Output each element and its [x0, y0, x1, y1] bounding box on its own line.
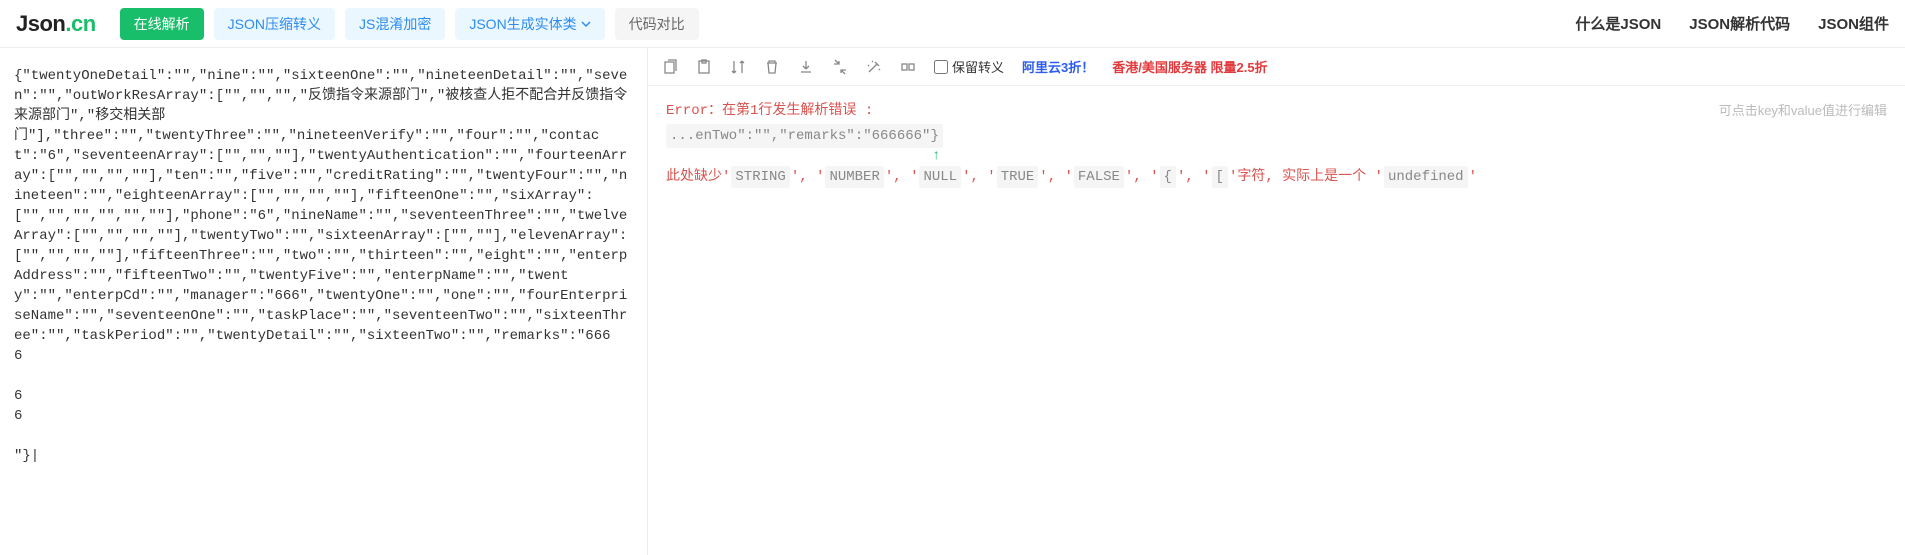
copy-icon[interactable] [662, 59, 678, 75]
collapse-icon[interactable] [900, 59, 916, 75]
error-snippet: ...enTwo":"","remarks":"666666"} [666, 124, 943, 148]
logo-part1: Json [16, 11, 65, 36]
header: Json.cn 在线解析 JSON压缩转义 JS混淆加密 JSON生成实体类 代… [0, 0, 1905, 48]
sort-icon[interactable] [730, 59, 746, 75]
promo-hk-link[interactable]: 香港/美国服务器 限量2.5折 [1112, 57, 1267, 76]
keep-escape-label: 保留转义 [952, 57, 1004, 76]
err-msg-1: 此处缺少' [666, 169, 730, 185]
nav-what-link[interactable]: 什么是JSON [1575, 13, 1661, 34]
nav-component-link[interactable]: JSON组件 [1818, 13, 1889, 34]
trash-icon[interactable] [764, 59, 780, 75]
nav-diff-button[interactable]: 代码对比 [615, 8, 699, 40]
output-pane: 保留转义 阿里云3折！ 香港/美国服务器 限量2.5折 可点击key和value… [648, 48, 1905, 555]
nav-compress-button[interactable]: JSON压缩转义 [214, 8, 335, 40]
token-true: TRUE [997, 166, 1039, 188]
token-null: NULL [919, 166, 961, 188]
toolbar: 保留转义 阿里云3折！ 香港/美国服务器 限量2.5折 [648, 48, 1905, 86]
token-string: STRING [731, 166, 789, 188]
compress-icon[interactable] [832, 59, 848, 75]
keep-escape-checkbox[interactable]: 保留转义 [934, 57, 1004, 76]
nav-buttons: 在线解析 JSON压缩转义 JS混淆加密 JSON生成实体类 代码对比 [120, 8, 699, 40]
nav-right: 什么是JSON JSON解析代码 JSON组件 [1575, 13, 1889, 34]
logo[interactable]: Json.cn [16, 11, 96, 37]
nav-parse-button[interactable]: 在线解析 [120, 8, 204, 40]
token-lbrace: { [1160, 166, 1176, 188]
err-msg-3: ' [1469, 169, 1477, 185]
main: {"twentyOneDetail":"","nine":"","sixteen… [0, 48, 1905, 555]
nav-entity-label: JSON生成实体类 [469, 14, 576, 34]
edit-hint: 可点击key和value值进行编辑 [1719, 100, 1887, 122]
logo-part2: .cn [65, 11, 95, 36]
download-icon[interactable] [798, 59, 814, 75]
error-prefix: Error： [666, 103, 722, 119]
error-location: 在第1行发生解析错误 : [722, 103, 873, 119]
err-msg-2: '字符, 实际上是一个 ' [1229, 169, 1383, 185]
token-false: FALSE [1074, 166, 1124, 188]
nav-obfuscate-button[interactable]: JS混淆加密 [345, 8, 445, 40]
json-input[interactable]: {"twentyOneDetail":"","nine":"","sixteen… [14, 66, 633, 537]
keep-escape-input[interactable] [934, 60, 948, 74]
wand-icon[interactable] [866, 59, 882, 75]
nav-entity-button[interactable]: JSON生成实体类 [455, 8, 604, 40]
input-pane: {"twentyOneDetail":"","nine":"","sixteen… [0, 48, 648, 555]
nav-code-link[interactable]: JSON解析代码 [1689, 13, 1790, 34]
token-undefined: undefined [1384, 166, 1468, 188]
token-lbracket: [ [1212, 166, 1228, 188]
output-area: 可点击key和value值进行编辑 Error：在第1行发生解析错误 : ...… [648, 86, 1905, 555]
error-body: 此处缺少'STRING', 'NUMBER', 'NULL', 'TRUE', … [666, 166, 1887, 188]
chevron-down-icon [581, 16, 591, 32]
arrow-up-icon: ↑ [932, 148, 1887, 164]
error-line-1: Error：在第1行发生解析错误 : [666, 100, 1887, 122]
paste-icon[interactable] [696, 59, 712, 75]
promo-aliyun-link[interactable]: 阿里云3折！ [1022, 57, 1094, 76]
token-number: NUMBER [825, 166, 883, 188]
